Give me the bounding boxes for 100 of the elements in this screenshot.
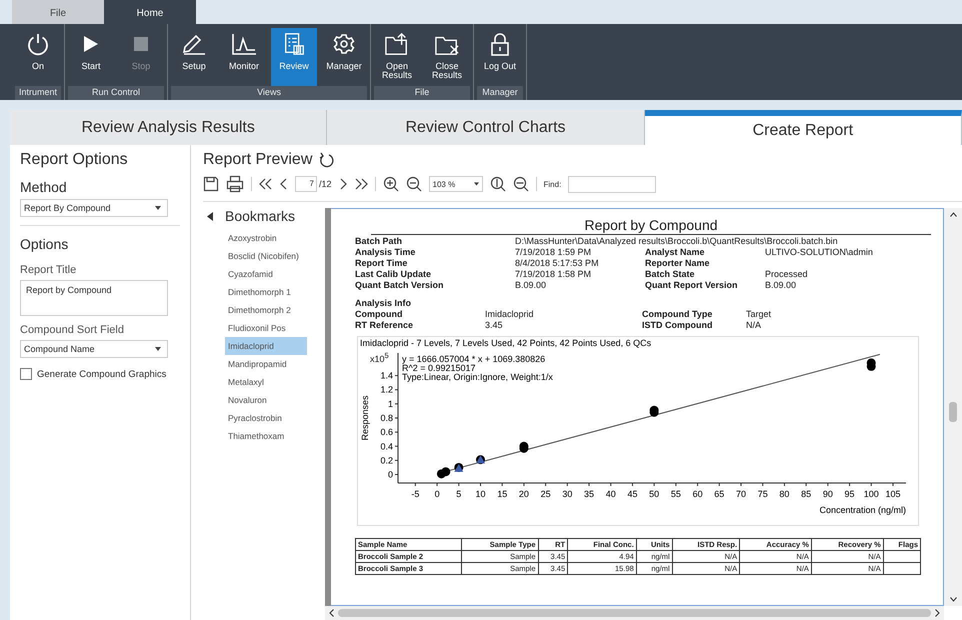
bookmark-item[interactable]: Mandipropamid xyxy=(225,355,307,373)
scroll-right-icon[interactable] xyxy=(935,609,940,617)
field-value: D:\MassHunter\Data\Analyzed results\Broccoli.b\QuantResults\Broccoli.batch.bin xyxy=(515,236,839,246)
ribbon-button[interactable]: Setup xyxy=(171,28,218,86)
x-tick-label: 0 xyxy=(434,489,440,499)
peak-icon xyxy=(231,32,258,56)
field-label: Compound Type xyxy=(642,309,714,319)
ribbon-button[interactable]: Open Results xyxy=(374,28,420,86)
ribbon-button[interactable]: On xyxy=(15,28,61,86)
y-tick-label: 0.6 xyxy=(380,427,393,438)
x-tick-label: 70 xyxy=(736,489,746,499)
y-axis-title: Responses xyxy=(360,395,370,441)
dropdown-icon xyxy=(474,182,479,186)
zoom-out-icon[interactable] xyxy=(406,176,422,192)
clipboard-icon xyxy=(282,32,306,56)
x-tick-label: 85 xyxy=(801,489,812,499)
scroll-left-icon[interactable] xyxy=(329,609,334,617)
checkbox-label: Generate Compound Graphics xyxy=(37,368,166,380)
ribbon-button[interactable]: Manager xyxy=(321,28,368,86)
save-icon[interactable] xyxy=(203,176,219,192)
equation-text: y = 1666.057004 * x + 1069.380826 xyxy=(402,354,546,364)
main-tab[interactable]: Create Report xyxy=(644,110,962,145)
bookmark-item[interactable]: Dimethomorph 2 xyxy=(225,301,307,319)
y-tick-label: 1 xyxy=(388,398,393,409)
bookmark-item[interactable]: Imidacloprid xyxy=(225,337,307,355)
report-title: Report by Compound xyxy=(371,217,931,235)
bookmark-item[interactable]: Metalaxyl xyxy=(225,373,307,391)
vertical-scrollbar[interactable] xyxy=(944,208,962,606)
field-label: Batch Path xyxy=(355,236,404,246)
field-label: ISTD Compound xyxy=(642,320,714,330)
section-heading: Analysis Info xyxy=(355,298,412,308)
checkbox[interactable] xyxy=(20,368,32,380)
field-value: ULTIVO-SOLUTION\admin xyxy=(765,247,874,257)
method-dropdown[interactable]: Report By Compound xyxy=(20,199,168,217)
bookmarks-heading: Bookmarks xyxy=(225,208,296,224)
zoom-dropdown[interactable]: 103 % xyxy=(428,176,483,192)
calibration-point xyxy=(866,358,876,368)
scroll-thumb[interactable] xyxy=(949,402,957,422)
bookmark-item[interactable]: Bosclid (Nicobifen) xyxy=(225,247,307,265)
horizontal-scrollbar[interactable] xyxy=(325,606,944,620)
ribbon-button[interactable]: Start xyxy=(68,28,114,86)
ribbon-button[interactable]: Log Out xyxy=(477,28,524,86)
scroll-thumb[interactable] xyxy=(338,609,931,617)
x-tick-label: 35 xyxy=(584,489,594,499)
field-label: Batch State xyxy=(645,269,696,279)
bookmark-item[interactable]: Novaluron xyxy=(225,391,307,409)
group-label: Run Control xyxy=(68,86,164,100)
x-tick-label: 65 xyxy=(714,489,724,499)
y-tick-label: 0.2 xyxy=(380,455,393,466)
bookmark-item[interactable]: Fludioxonil Pos xyxy=(225,319,307,337)
field-label: Compound Sort Field xyxy=(20,324,124,336)
bookmark-item[interactable]: Pyraclostrobin xyxy=(225,409,307,427)
next-page-icon[interactable] xyxy=(338,178,347,190)
field-value: B.09.00 xyxy=(515,280,548,290)
field-value: Processed xyxy=(765,269,809,279)
first-page-icon[interactable] xyxy=(259,178,273,190)
field-label: Analyst Name xyxy=(645,247,706,257)
zoom-in-icon[interactable] xyxy=(382,176,399,192)
panel-title: Report Options xyxy=(20,151,128,169)
field-value: 3.45 xyxy=(485,320,504,330)
x-tick-label: 60 xyxy=(692,489,703,499)
ribbon-tab[interactable]: File xyxy=(12,0,104,24)
fit-width-icon[interactable] xyxy=(512,176,529,192)
y-tick-label: 0 xyxy=(388,470,393,480)
dropdown-icon xyxy=(155,347,161,351)
refresh-icon[interactable] xyxy=(318,152,334,168)
previous-page-icon[interactable] xyxy=(280,178,288,190)
x-tick-label: 5 xyxy=(456,489,462,499)
bookmark-item[interactable]: Azoxystrobin xyxy=(225,229,307,247)
axis-scale: x10$^{5}$ xyxy=(370,351,390,364)
ribbon-tab[interactable]: Home xyxy=(104,0,196,24)
field-label: Report Title xyxy=(20,264,76,276)
find-field[interactable] xyxy=(568,176,656,192)
x-tick-label: 100 xyxy=(864,489,879,499)
field-label: Compound xyxy=(355,309,404,319)
scroll-down-icon[interactable] xyxy=(950,597,956,602)
page-number-field[interactable]: 7 xyxy=(295,176,317,192)
main-tab[interactable]: Review Control Charts xyxy=(327,110,645,145)
field-label: Reporter Name xyxy=(645,258,711,268)
collapse-icon[interactable] xyxy=(207,212,213,220)
scroll-up-icon[interactable] xyxy=(950,212,956,217)
calibration-point xyxy=(650,406,659,415)
bookmark-item[interactable]: Thiamethoxam xyxy=(225,427,307,445)
last-page-icon[interactable] xyxy=(354,178,368,190)
ribbon-button[interactable]: Review xyxy=(271,28,318,86)
fit-page-icon[interactable] xyxy=(490,176,506,192)
print-icon[interactable] xyxy=(226,175,244,193)
ribbon-button[interactable]: Monitor xyxy=(221,28,268,86)
x-tick-label: 50 xyxy=(649,489,660,499)
field-value: Target xyxy=(746,309,772,319)
bookmark-item[interactable]: Dimethomorph 1 xyxy=(225,283,307,301)
ribbon-button[interactable]: Close Results xyxy=(424,28,470,86)
field-value: Imidacloprid xyxy=(485,309,535,319)
bookmark-item[interactable]: Cyazofamid xyxy=(225,265,307,283)
main-tab[interactable]: Review Analysis Results xyxy=(10,110,328,145)
x-tick-label: 15 xyxy=(497,489,508,499)
y-tick-label: 1.2 xyxy=(380,384,393,395)
pencil-icon xyxy=(181,32,208,56)
report-title-field[interactable]: Report by Compound xyxy=(20,280,168,316)
sort-dropdown[interactable]: Compound Name xyxy=(20,340,168,358)
